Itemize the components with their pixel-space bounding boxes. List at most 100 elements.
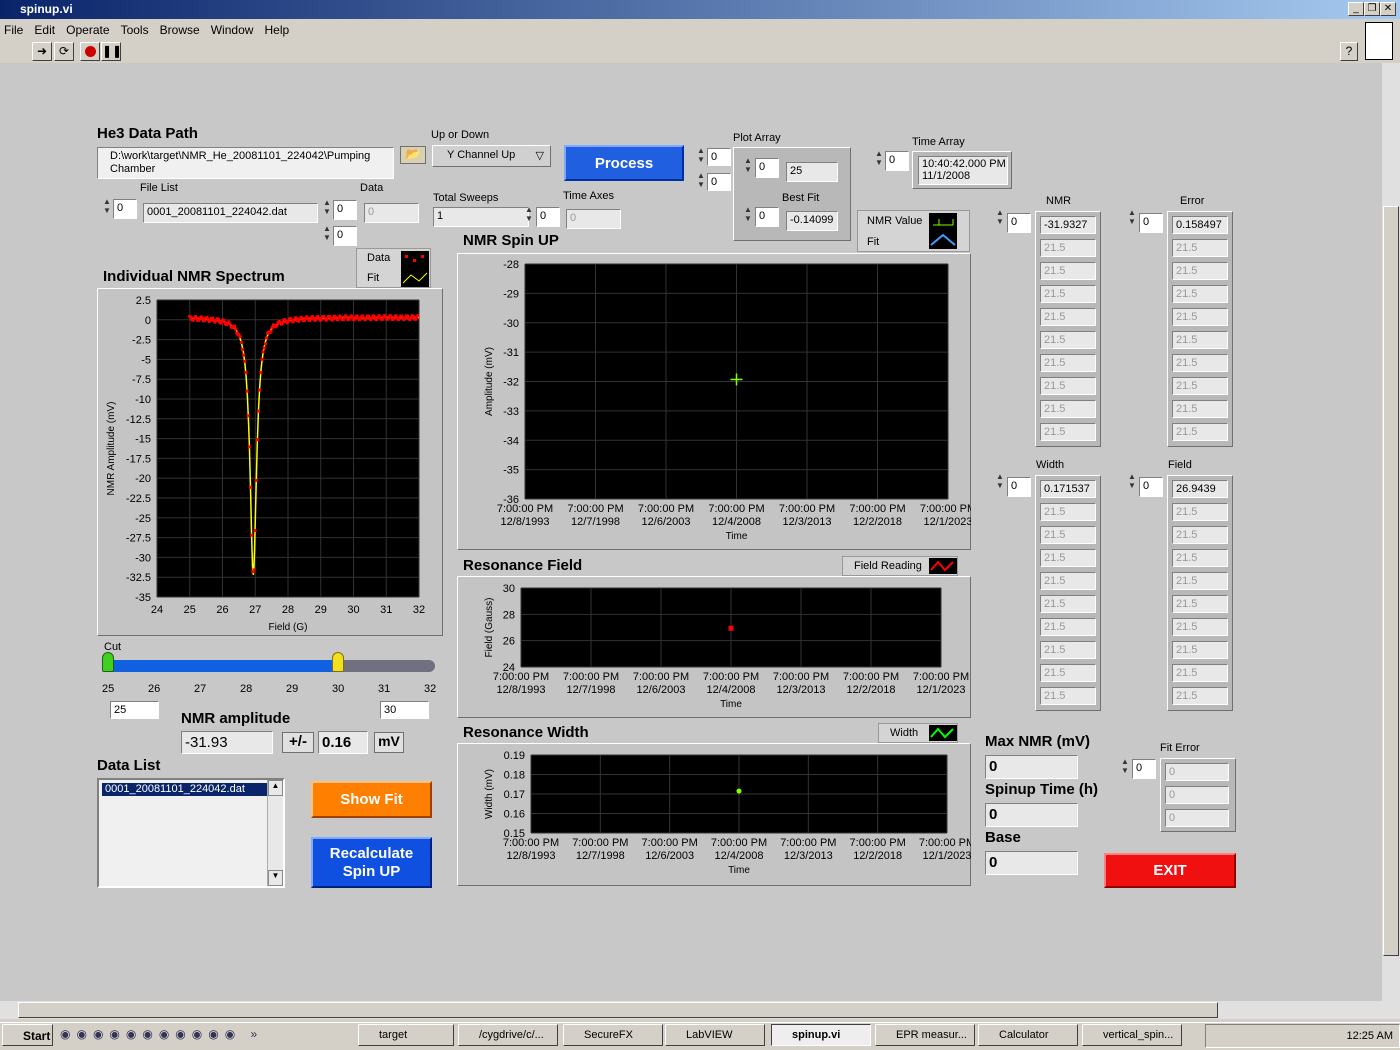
time-array-index[interactable]: 0: [885, 151, 909, 171]
error-array-value: 21.5: [1172, 285, 1228, 303]
quick-launch-icons[interactable]: ◉◉◉◉◉◉◉◉◉◉◉ »: [60, 1027, 350, 1045]
spectrum-y-label: NMR Amplitude (mV): [106, 402, 117, 496]
error-array-index[interactable]: 0: [1139, 213, 1163, 233]
he3-path-field[interactable]: D:\work\target\NMR_He_20081101_224042\Pu…: [97, 147, 394, 179]
recalculate-button[interactable]: Recalculate Spin UP: [311, 837, 432, 888]
field-array-value: 21.5: [1172, 618, 1228, 636]
nmr-array-index[interactable]: 0: [1007, 213, 1031, 233]
field-title: Resonance Field: [463, 557, 583, 574]
plot-array-index[interactable]: 0: [755, 158, 779, 178]
taskbar-task[interactable]: Calculator: [978, 1024, 1078, 1046]
up-down-select[interactable]: Y Channel Up ▽: [432, 145, 551, 167]
run-continuously-icon[interactable]: ⟳: [54, 42, 74, 61]
taskbar-task[interactable]: LabVIEW: [665, 1024, 765, 1046]
file-list-value[interactable]: 0001_20081101_224042.dat: [143, 203, 318, 223]
best-fit-index[interactable]: 0: [755, 207, 779, 227]
error-array-label: Error: [1180, 195, 1205, 207]
menu-file[interactable]: File: [0, 20, 27, 40]
data-index-spin-2[interactable]: ▲ ▼: [322, 224, 332, 244]
taskbar-task[interactable]: SecureFX: [563, 1024, 663, 1046]
data-index-1[interactable]: 0: [333, 200, 357, 220]
horizontal-scrollbar[interactable]: [0, 1001, 1400, 1019]
data-index-spin-1[interactable]: ▲ ▼: [322, 198, 332, 218]
width-array-spin[interactable]: ▲ ▼: [995, 472, 1005, 492]
taskbar-task[interactable]: EPR measur...: [875, 1024, 975, 1046]
taskbar-task[interactable]: target: [358, 1024, 454, 1046]
vertical-scrollbar[interactable]: [1382, 63, 1400, 1001]
cut-low-handle[interactable]: [102, 652, 114, 672]
minimize-button[interactable]: _: [1348, 2, 1364, 16]
time-array-spin[interactable]: ▲ ▼: [874, 149, 884, 169]
nmr-legend-value-label: NMR Value: [867, 215, 923, 227]
width-chart[interactable]: 7:00:00 PM12/8/19937:00:00 PM12/7/19987:…: [457, 743, 971, 886]
menu-help[interactable]: Help: [260, 20, 293, 40]
small-index-spin-1[interactable]: ▲ ▼: [696, 146, 706, 166]
field-y-tick: 28: [503, 609, 515, 621]
taskbar-task[interactable]: spinup.vi: [771, 1024, 871, 1046]
spectrum-y-tick: -27.5: [126, 533, 151, 545]
menu-edit[interactable]: Edit: [30, 20, 59, 40]
exit-button[interactable]: EXIT: [1104, 853, 1236, 888]
width-array-value: 21.5: [1040, 595, 1096, 613]
width-x-tick-time: 7:00:00 PM: [850, 837, 906, 849]
file-list-index[interactable]: 0: [113, 199, 137, 219]
cut-slider-track[interactable]: [104, 660, 435, 672]
cut-low-value[interactable]: 25: [110, 701, 159, 719]
field-legend: Field Reading: [842, 556, 958, 576]
menu-browse[interactable]: Browse: [156, 20, 204, 40]
small-index-2[interactable]: 0: [707, 173, 731, 191]
width-array-label: Width: [1036, 459, 1065, 471]
spectrum-x-tick: 24: [151, 604, 163, 616]
cut-high-value[interactable]: 30: [380, 701, 429, 719]
cut-tick: 28: [240, 683, 253, 695]
spinup-x-tick-time: 7:00:00 PM: [638, 503, 694, 515]
field-array-value: 21.5: [1172, 572, 1228, 590]
field-array-index[interactable]: 0: [1139, 477, 1163, 497]
start-button[interactable]: Start: [2, 1024, 53, 1046]
plot-array-spin[interactable]: ▲ ▼: [743, 156, 753, 176]
field-chart[interactable]: 7:00:00 PM12/8/19937:00:00 PM12/7/19987:…: [457, 576, 971, 718]
spectrum-legend-fit: Fit: [367, 272, 380, 284]
error-array-spin[interactable]: ▲ ▼: [1127, 208, 1137, 228]
time-axes-spin[interactable]: ▲ ▼: [524, 205, 534, 225]
data-index-2[interactable]: 0: [333, 226, 357, 246]
file-list-index-spin[interactable]: ▲ ▼: [102, 197, 112, 217]
spectrum-x-tick: 29: [315, 604, 327, 616]
plot-array-value[interactable]: 25: [786, 162, 838, 182]
process-button[interactable]: Process: [564, 145, 684, 181]
run-icon[interactable]: ➜: [32, 42, 52, 61]
width-array-value: 21.5: [1040, 526, 1096, 544]
pause-icon[interactable]: ❚❚: [101, 42, 122, 61]
spectrum-graph[interactable]: 24 25 26 27 28 29 30 31 32 2.5 0 -2.5 -5 -7.5 -10 -12.5…: [97, 288, 443, 636]
close-button[interactable]: ✕: [1380, 2, 1396, 16]
width-array-index[interactable]: 0: [1007, 477, 1031, 497]
spinup-chart[interactable]: 7:00:00 PM12/8/19937:00:00 PM12/7/19987:…: [457, 253, 971, 550]
menu-window[interactable]: Window: [207, 20, 258, 40]
fit-error-index[interactable]: 0: [1132, 759, 1156, 779]
fit-error-spin[interactable]: ▲ ▼: [1120, 757, 1130, 777]
spectrum-y-tick: 2.5: [136, 295, 151, 307]
data-list-box[interactable]: 0001_20081101_224042.dat ▲ ▼: [97, 778, 285, 888]
maximize-button[interactable]: ❐: [1364, 2, 1380, 16]
show-fit-button[interactable]: Show Fit: [311, 781, 432, 818]
data-list-item[interactable]: 0001_20081101_224042.dat: [102, 783, 268, 796]
taskbar-task[interactable]: /cygdrive/c/...: [458, 1024, 558, 1046]
menu-bar: File Edit Operate Tools Browse Window He…: [0, 20, 1400, 40]
time-axes-value: 0: [566, 209, 621, 229]
best-fit-spin[interactable]: ▲ ▼: [743, 205, 753, 225]
data-list-scrollbar[interactable]: ▲ ▼: [267, 780, 283, 886]
folder-browse-icon[interactable]: 📂: [400, 146, 426, 164]
width-x-tick-date: 12/2/2018: [853, 850, 902, 862]
taskbar-task[interactable]: vertical_spin...: [1082, 1024, 1182, 1046]
cut-high-handle[interactable]: [332, 652, 344, 672]
abort-icon[interactable]: [80, 42, 100, 61]
time-axes-index[interactable]: 0: [536, 207, 560, 227]
small-index-1[interactable]: 0: [707, 148, 731, 166]
nmr-array-spin[interactable]: ▲ ▼: [995, 208, 1005, 228]
small-index-spin-2[interactable]: ▲ ▼: [696, 171, 706, 191]
help-icon[interactable]: ?: [1340, 42, 1358, 61]
menu-tools[interactable]: Tools: [117, 20, 153, 40]
menu-operate[interactable]: Operate: [62, 20, 113, 40]
field-array-spin[interactable]: ▲ ▼: [1127, 472, 1137, 492]
spectrum-data-point: [216, 317, 220, 321]
